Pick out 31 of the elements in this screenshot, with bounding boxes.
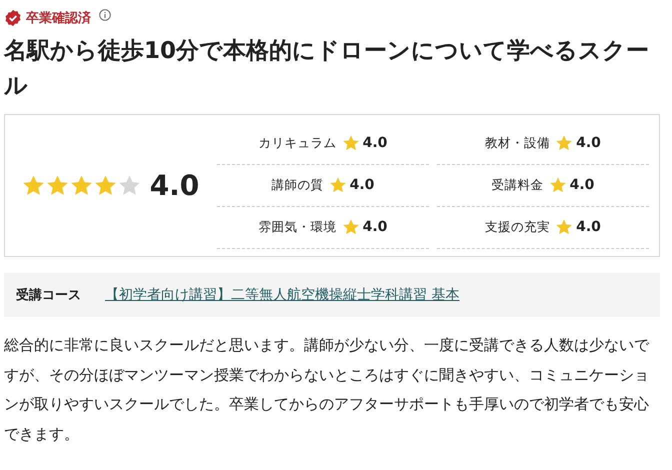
rating-category: 支援の充実 xyxy=(485,218,550,236)
star-icon xyxy=(22,175,44,196)
star-icon xyxy=(556,135,572,151)
course-label: 受講コース xyxy=(16,286,81,304)
graduation-verified-label: 卒業確認済 xyxy=(26,10,91,27)
category-score: 4.0 xyxy=(570,177,594,193)
category-score: 4.0 xyxy=(350,177,374,193)
star-icon xyxy=(342,219,359,235)
rating-category: 講師の質 xyxy=(272,176,324,194)
star-icon xyxy=(556,219,572,235)
star-icon xyxy=(46,175,68,196)
review-title: 名駅から徒歩10分で本格的にドローンについて学べるスクール xyxy=(4,37,650,101)
star-icon xyxy=(342,135,359,151)
course-link[interactable]: 【初学者向け講習】二等無人航空機操縦士学科講習 基本 xyxy=(105,286,460,304)
review-text: 総合的に非常に良いスクールだと思います。講師が少ない分、一度に受講できる人数は少ないですが、その分ほぼマンツーマン授業でわからないところはすぐに聞きやすい、コミュニケーションが取りやすいスクールでした。卒業してからのアフターサポートも手厚いので初学者でも安心できます。 xyxy=(4,335,650,444)
rating-category: カリキュラム xyxy=(258,134,337,152)
category-score: 4.0 xyxy=(576,219,601,235)
overall-score: 4.0 xyxy=(150,169,200,202)
rating-category: 教材・設備 xyxy=(485,134,550,152)
star-icon xyxy=(118,175,140,196)
category-score: 4.0 xyxy=(362,219,388,235)
category-score: 4.0 xyxy=(576,135,601,151)
info-icon[interactable] xyxy=(99,9,111,21)
category-score: 4.0 xyxy=(362,135,388,151)
rating-category: 受講料金 xyxy=(492,176,544,194)
verified-badge-icon xyxy=(4,9,22,27)
star-icon xyxy=(550,177,566,193)
star-icon xyxy=(70,175,92,196)
rating-category: 雰囲気・環境 xyxy=(258,218,337,236)
star-icon xyxy=(330,177,346,193)
star-icon xyxy=(94,175,116,196)
